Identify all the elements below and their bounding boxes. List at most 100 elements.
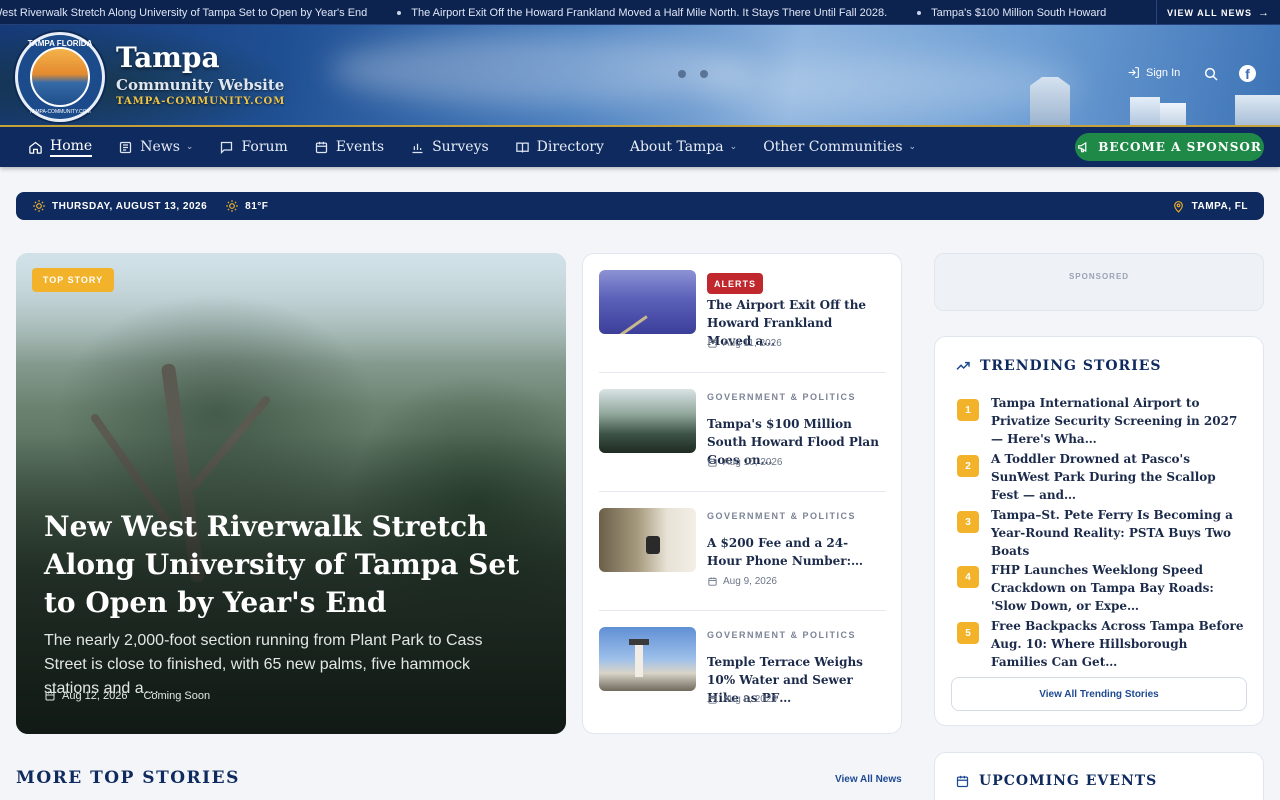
site-subtitle: Community Website [116, 76, 285, 94]
story-title[interactable]: A $200 Fee and a 24-Hour Phone Number:… [707, 534, 879, 570]
trending-heading-label: TRENDING STORIES [980, 358, 1162, 374]
bullet-icon [397, 10, 402, 15]
arrow-right-icon: → [1258, 6, 1270, 19]
story-thumbnail [599, 389, 696, 453]
nav-item-events[interactable]: Events [314, 127, 384, 167]
story-item[interactable]: GOVERNMENT & POLITICS A $200 Fee and a 2… [599, 492, 886, 611]
view-all-trending-button[interactable]: View All Trending Stories [951, 677, 1247, 711]
nav-item-label: News [140, 139, 180, 155]
calendar-icon [45, 691, 55, 701]
ticker-item-text: Tampa's $100 Million South Howard [931, 6, 1107, 19]
carousel-dot[interactable] [678, 70, 686, 78]
skyline-building [1030, 77, 1070, 125]
trending-title[interactable]: FHP Launches Weeklong Speed Crackdown on… [991, 561, 1245, 615]
skyline-building [1160, 103, 1186, 125]
calendar-icon [315, 141, 327, 153]
chevron-down-icon: ⌄ [729, 142, 738, 152]
story-item[interactable]: GOVERNMENT & POLITICS Tampa's $100 Milli… [599, 373, 886, 492]
story-category: GOVERNMENT & POLITICS [707, 392, 857, 402]
sign-in-icon [1128, 67, 1139, 78]
calendar-icon [708, 339, 717, 348]
thumbnail-road-line [613, 315, 648, 334]
chat-icon [221, 141, 233, 154]
trending-title[interactable]: Tampa–St. Pete Ferry Is Becoming a Year-… [991, 506, 1245, 560]
sponsored-slot[interactable]: SPONSORED [934, 253, 1264, 311]
trending-title[interactable]: Free Backpacks Across Tampa Before Aug. … [991, 617, 1245, 671]
nav-item-label: Surveys [432, 139, 489, 155]
home-icon [29, 141, 42, 154]
thumbnail-lock [646, 536, 660, 554]
trending-title[interactable]: A Toddler Drowned at Pasco's SunWest Par… [991, 450, 1245, 504]
rank-badge: 1 [957, 399, 979, 421]
hero-title[interactable]: New West Riverwalk Stretch Along Univers… [44, 508, 544, 622]
trending-stories-card: TRENDING STORIES 1 Tampa International A… [934, 336, 1264, 726]
hero-tag: Coming Soon [143, 690, 211, 702]
carousel-dot[interactable] [700, 70, 708, 78]
story-list: ALERTS The Airport Exit Off the Howard F… [582, 253, 902, 734]
story-category: GOVERNMENT & POLITICS [707, 630, 857, 640]
story-category: GOVERNMENT & POLITICS [707, 511, 857, 521]
book-icon [515, 142, 529, 153]
nav-item-surveys[interactable]: Surveys [410, 127, 489, 167]
story-item[interactable]: GOVERNMENT & POLITICS Temple Terrace Wei… [599, 611, 886, 730]
nav-item-label: Events [335, 139, 385, 155]
view-all-news-link[interactable]: View All News [835, 774, 902, 785]
nav-item-about-tampa[interactable]: About Tampa ⌄ [630, 127, 737, 167]
skyline-building [1235, 95, 1280, 125]
sun-icon [33, 200, 45, 212]
become-sponsor-button[interactable]: BECOME A SPONSOR [1075, 133, 1264, 161]
site-logo[interactable]: TAMPA FLORIDA TAMPA-COMMUNITY.COM [15, 32, 105, 122]
story-date-text: Aug 9, 2026 [723, 576, 777, 587]
facebook-icon[interactable]: f [1239, 65, 1256, 82]
story-item[interactable]: ALERTS The Airport Exit Off the Howard F… [599, 254, 886, 373]
nav-item-forum[interactable]: Forum [219, 127, 288, 167]
news-ticker: West Riverwalk Stretch Along University … [0, 0, 1280, 25]
ticker-item[interactable]: West Riverwalk Stretch Along University … [0, 7, 367, 19]
upcoming-events-heading: UPCOMING EVENTS [955, 773, 1157, 789]
story-date-text: Aug 8, 2026 [723, 694, 777, 705]
rank-badge: 2 [957, 455, 979, 477]
trending-title[interactable]: Tampa International Airport to Privatize… [991, 394, 1245, 448]
current-date: THURSDAY, AUGUST 13, 2026 [52, 200, 208, 212]
megaphone-icon [1078, 141, 1087, 153]
ticker-item[interactable]: Tampa's $100 Million South Howard [917, 7, 1106, 19]
sun-icon [226, 200, 238, 212]
ticker-item-text: West Riverwalk Stretch Along University … [0, 6, 368, 19]
calendar-icon [708, 695, 717, 704]
bar-chart-icon [412, 143, 423, 153]
story-date: Aug 11, 2026 [707, 338, 782, 349]
current-location: TAMPA, FL [1191, 200, 1248, 212]
current-temperature: 81°F [245, 200, 269, 212]
become-sponsor-label: BECOME A SPONSOR [1098, 140, 1262, 154]
nav-item-other-communities[interactable]: Other Communities ⌄ [763, 127, 916, 167]
view-all-trending-label: View All Trending Stories [1039, 688, 1159, 700]
nav-item-home[interactable]: Home [28, 127, 93, 167]
nav-item-label: Directory [536, 139, 604, 155]
calendar-icon [708, 458, 717, 467]
story-date: Aug 10, 2026 [707, 457, 783, 468]
site-header: TAMPA FLORIDA TAMPA-COMMUNITY.COM Tampa … [0, 25, 1280, 125]
view-all-news-label: VIEW ALL NEWS [1167, 7, 1252, 18]
site-title[interactable]: Tampa [116, 41, 220, 74]
thumbnail-tower-cap [629, 639, 649, 645]
newspaper-icon [120, 141, 132, 153]
sign-in-button[interactable]: Sign In [1127, 66, 1180, 79]
hero-meta: Aug 12, 2026 Coming Soon [44, 690, 210, 702]
view-all-news-button[interactable]: VIEW ALL NEWS → [1156, 0, 1280, 24]
story-date-text: Aug 11, 2026 [723, 338, 782, 349]
search-button[interactable] [1203, 66, 1219, 82]
alerts-badge: ALERTS [707, 273, 763, 294]
rank-badge: 3 [957, 511, 979, 533]
chevron-down-icon: ⌄ [908, 142, 917, 152]
header-cloud [700, 55, 1080, 115]
nav-item-directory[interactable]: Directory [515, 127, 604, 167]
top-story-card[interactable]: TOP STORY New West Riverwalk Stretch Alo… [16, 253, 566, 734]
date-weather-bar: THURSDAY, AUGUST 13, 2026 81°F TAMPA, FL [16, 192, 1264, 220]
bullet-icon [917, 10, 922, 15]
rank-badge: 5 [957, 622, 979, 644]
ticker-item[interactable]: The Airport Exit Off the Howard Franklan… [397, 7, 887, 19]
nav-item-label: Forum [241, 139, 288, 155]
ticker-item-text: The Airport Exit Off the Howard Franklan… [411, 6, 888, 19]
chevron-down-icon: ⌄ [185, 142, 194, 152]
nav-item-news[interactable]: News ⌄ [118, 127, 193, 167]
